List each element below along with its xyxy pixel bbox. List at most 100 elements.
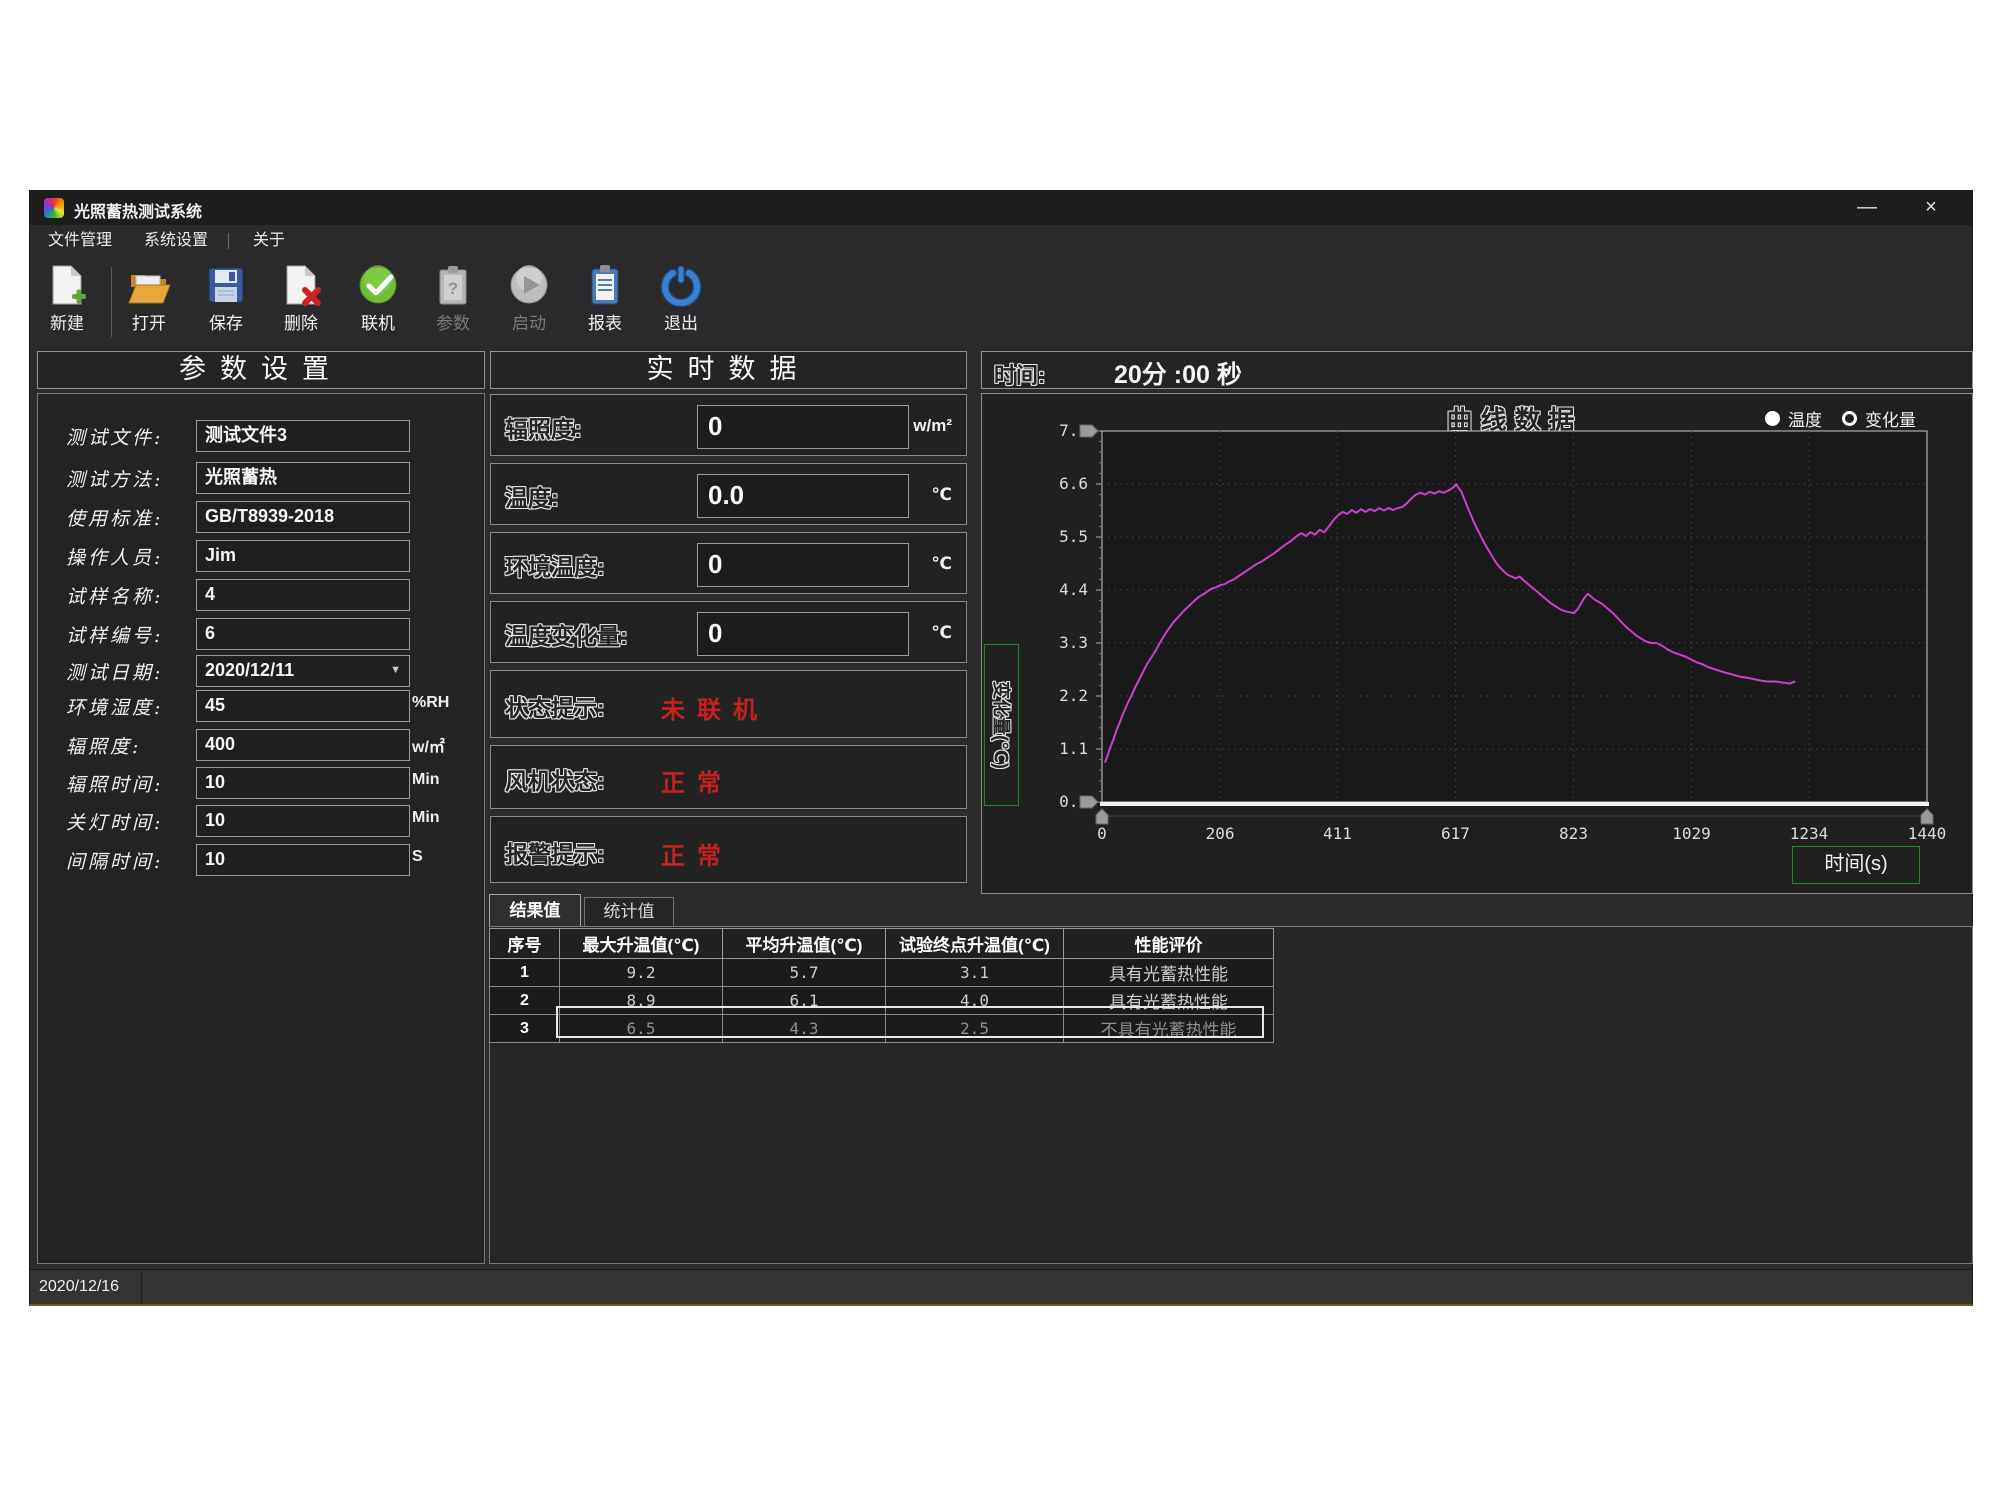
menu-separator (228, 233, 229, 249)
results-row[interactable]: 28.96.14.0具有光蓄热性能 (490, 987, 1274, 1015)
minimize-button[interactable]: — (1844, 191, 1890, 225)
reading-unit: ℃ (931, 623, 952, 643)
menu-item-1[interactable]: 系统设置 (144, 225, 208, 257)
x-tick-label: 823 (1559, 824, 1588, 843)
param-field-row: 环境湿度:45%RH (38, 690, 484, 720)
x-axis-handle[interactable] (1921, 809, 1933, 824)
reading-unit: w/m² (913, 416, 952, 436)
x-axis-handle[interactable] (1096, 809, 1108, 824)
results-cell: 具有光蓄热性能 (1064, 987, 1274, 1015)
toolbar-button-label: 参数 (416, 309, 490, 334)
tab-results[interactable]: 结果值 (489, 894, 581, 927)
results-cell: 具有光蓄热性能 (1064, 959, 1274, 987)
x-tick-label: 1029 (1672, 824, 1711, 843)
param-input[interactable]: 45 (196, 690, 410, 722)
report-clipboard-icon (583, 263, 627, 307)
param-input[interactable]: 4 (196, 579, 410, 611)
reading-value-box: 0 (697, 543, 909, 587)
y-axis-handle[interactable] (1080, 425, 1098, 437)
results-cell: 4.0 (886, 987, 1064, 1015)
toolbar-button-label: 联机 (341, 309, 415, 334)
toolbar-button-退出[interactable]: 退出 (644, 261, 718, 345)
reading-label: 温度变化量: (505, 617, 628, 651)
tab-statistics[interactable]: 统计值 (584, 897, 674, 927)
plot-area (1102, 431, 1927, 802)
param-input[interactable]: GB/T8939-2018 (196, 501, 410, 533)
dropdown-arrow-icon[interactable]: ▼ (390, 656, 401, 684)
x-tick-label: 0 (1097, 824, 1107, 843)
param-field-row: 测试日期:2020/12/11▼ (38, 655, 484, 685)
toolbar-button-label: 报表 (568, 309, 642, 334)
param-field-row: 测试文件: 测试文件3 (38, 420, 484, 450)
reading-label: 环境温度: (505, 548, 605, 582)
reading-value-box: 0.0 (697, 474, 909, 518)
window-title: 光照蓄热测试系统 (74, 198, 202, 222)
y-tick-label: 6.6 (1059, 474, 1088, 493)
results-cell: 2 (490, 987, 560, 1015)
param-input[interactable]: 10 (196, 805, 410, 837)
curve-chart-panel: 曲线数据 温度变化量 0.01.12.23.34.45.56.67.702064… (981, 393, 1973, 894)
toolbar-button-报表[interactable]: 报表 (568, 261, 642, 345)
results-cell: 6.5 (560, 1015, 723, 1043)
open-folder-icon (127, 263, 171, 307)
menu-item-2[interactable]: 关于 (253, 225, 285, 257)
param-input[interactable]: 10 (196, 767, 410, 799)
time-value: 20分 :00 秒 (1114, 355, 1242, 391)
param-field-row: 测试方法: 光照蓄热 (38, 462, 484, 492)
param-field-row: 间隔时间:10S (38, 844, 484, 874)
realtime-reading-row: 温度变化量:0℃ (490, 601, 967, 663)
param-input[interactable]: 光照蓄热 (196, 462, 410, 494)
results-area: 序号最大升温值(℃)平均升温值(℃)试验终点升温值(℃)性能评价19.25.73… (489, 926, 1973, 1264)
param-input[interactable]: 400 (196, 729, 410, 761)
toolbar-button-保存[interactable]: 保存 (189, 261, 263, 345)
status-label: 报警提示: (505, 835, 605, 869)
param-unit: Min (412, 809, 440, 827)
param-input[interactable]: 测试文件3 (196, 420, 410, 452)
param-label: 辐照度: (66, 732, 141, 759)
time-bar: 时间: 20分 :00 秒 (981, 351, 1973, 389)
results-row[interactable]: 19.25.73.1具有光蓄热性能 (490, 959, 1274, 987)
param-label: 关灯时间: (66, 808, 163, 835)
realtime-status-row: 状态提示:未联机 (490, 670, 967, 738)
y-tick-label: 4.4 (1059, 580, 1088, 599)
param-label: 测试文件: (66, 423, 163, 450)
results-cell: 1 (490, 959, 560, 987)
menu-bar: 文件管理系统设置 关于 (30, 225, 1972, 257)
param-field-row: 辐照时间:10Min (38, 767, 484, 797)
realtime-reading-row: 温度:0.0℃ (490, 463, 967, 525)
x-tick-label: 617 (1441, 824, 1470, 843)
param-input[interactable]: Jim (196, 540, 410, 572)
param-input[interactable]: 6 (196, 618, 410, 650)
x-axis-label-box: 时间(s) (1792, 846, 1920, 884)
exit-power-icon (659, 263, 703, 307)
svg-text:?: ? (448, 279, 458, 298)
toolbar-button-删除[interactable]: 删除 (264, 261, 338, 345)
reading-label: 温度: (505, 479, 559, 513)
y-axis-handle[interactable] (1080, 796, 1098, 808)
param-label: 试样编号: (66, 621, 163, 648)
toolbar-button-打开[interactable]: 打开 (112, 261, 186, 345)
curve-chart-svg: 0.01.12.23.34.45.56.67.70206411617823102… (982, 394, 1972, 893)
param-label: 测试方法: (66, 465, 163, 492)
toolbar-button-label: 打开 (112, 309, 186, 334)
param-input[interactable]: 10 (196, 844, 410, 876)
y-tick-label: 1.1 (1059, 739, 1088, 758)
param-input[interactable]: 2020/12/11▼ (196, 655, 410, 687)
toolbar-button-新建[interactable]: 新建 (30, 261, 104, 345)
page: { "window": {"title": "光照蓄热测试系统", "minim… (0, 0, 2000, 1500)
delete-file-icon (279, 263, 323, 307)
results-row[interactable]: 36.54.32.5不具有光蓄热性能 (490, 1015, 1274, 1043)
realtime-reading-row: 辐照度:0w/m² (490, 394, 967, 456)
reading-value-box: 0 (697, 405, 909, 449)
results-cell: 不具有光蓄热性能 (1064, 1015, 1274, 1043)
toolbar-button-启动: 启动 (492, 261, 566, 345)
params-panel: 测试文件:测试文件3测试方法:光照蓄热使用标准:GB/T8939-2018操作人… (37, 393, 485, 1264)
menu-item-0[interactable]: 文件管理 (48, 225, 112, 257)
toolbar-button-label: 新建 (30, 309, 104, 334)
toolbar-button-联机[interactable]: 联机 (341, 261, 415, 345)
param-field-row: 使用标准:GB/T8939-2018 (38, 501, 484, 531)
param-label: 试样名称: (66, 582, 163, 609)
realtime-status-row: 风机状态:正常 (490, 745, 967, 809)
results-cell: 9.2 (560, 959, 723, 987)
close-button[interactable]: × (1908, 191, 1954, 225)
